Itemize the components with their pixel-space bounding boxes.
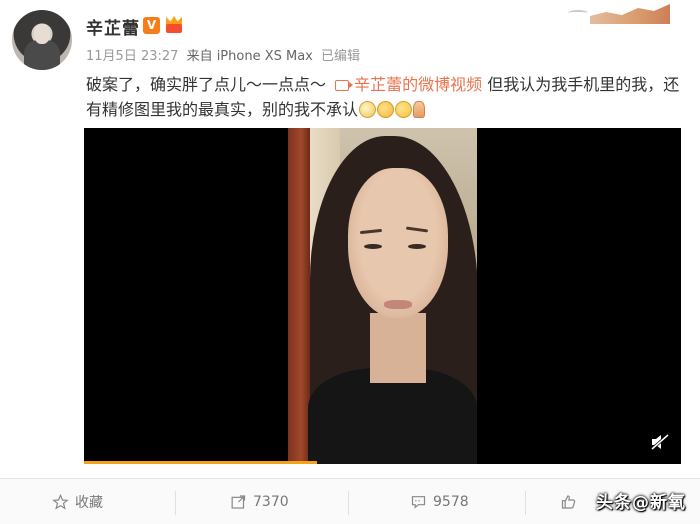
vip-crown-icon[interactable]	[164, 15, 184, 35]
toolbar-divider	[348, 491, 349, 515]
favorite-button[interactable]: 收藏	[52, 479, 103, 524]
post-text-part1: 破案了，确实胖了点儿～一点点～	[86, 75, 327, 94]
avatar-hood	[24, 40, 60, 70]
great-wall-decoration	[590, 4, 670, 24]
thumbs-up-icon	[561, 495, 576, 509]
avatar-face	[34, 24, 50, 44]
avatar[interactable]	[12, 10, 72, 70]
star-icon	[52, 494, 69, 510]
toolbar-divider	[175, 491, 176, 515]
doge-face-icon	[359, 101, 377, 118]
video-progress-bar[interactable]	[84, 461, 317, 464]
repost-count: 7370	[253, 494, 289, 510]
video-frame	[288, 128, 477, 464]
video-icon[interactable]	[335, 80, 354, 91]
repost-button[interactable]: 7370	[230, 479, 289, 524]
favorite-label: 收藏	[75, 495, 103, 511]
door-background	[288, 128, 310, 464]
like-button[interactable]	[560, 479, 583, 524]
mute-icon[interactable]	[651, 434, 669, 450]
post-source: 来自 iPhone XS Max	[186, 49, 313, 64]
comment-button[interactable]: 9578	[410, 479, 469, 524]
toolbar-divider	[525, 491, 526, 515]
laugh-cry-face-icon	[377, 101, 395, 118]
lips	[384, 300, 412, 309]
post-timestamp[interactable]: 11月5日 23:27	[86, 49, 178, 64]
right-eye	[408, 244, 426, 249]
left-eye	[364, 244, 382, 249]
post-toolbar: 收藏 7370 9578	[0, 478, 700, 524]
weibo-post: 辛芷蕾 V 11月5日 23:27 来自 iPhone XS Max 已编辑 破…	[0, 0, 700, 524]
neck-shape	[370, 313, 426, 383]
header-banner-decoration	[560, 0, 670, 30]
face-shape	[348, 168, 448, 318]
crown-base-shape	[166, 24, 182, 33]
grin-face-icon	[395, 101, 413, 118]
verified-badge-icon[interactable]: V	[143, 17, 160, 34]
post-text: 破案了，确实胖了点儿～一点点～ 辛芷蕾的微博视频 但我认为我手机里的我，还有精修…	[86, 72, 686, 122]
video-link[interactable]: 辛芷蕾的微博视频	[354, 75, 482, 94]
comment-icon	[411, 496, 426, 509]
thumbs-up-emoji-icon	[413, 101, 426, 118]
video-player[interactable]	[84, 128, 681, 464]
repost-icon	[231, 495, 246, 509]
comment-count: 9578	[433, 494, 469, 510]
username[interactable]: 辛芷蕾	[86, 14, 140, 39]
watermark: 头条@新氧	[596, 493, 686, 513]
edited-label[interactable]: 已编辑	[321, 49, 360, 64]
post-meta: 11月5日 23:27 来自 iPhone XS Max 已编辑	[86, 45, 364, 64]
bird-decoration	[568, 10, 588, 16]
